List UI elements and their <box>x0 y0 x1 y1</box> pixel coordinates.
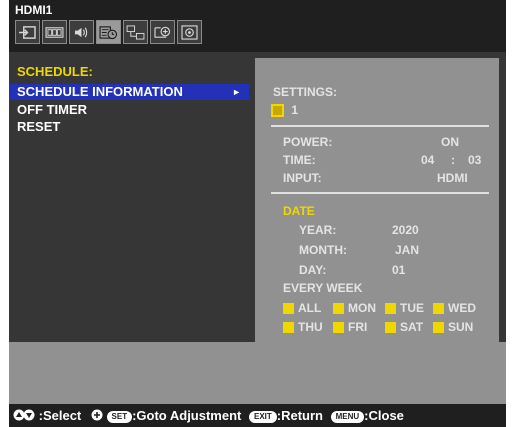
weekday-checkbox-sat[interactable]: SAT <box>385 320 423 334</box>
menu-item-label: SCHEDULE INFORMATION <box>17 84 183 99</box>
schedule-icon[interactable] <box>96 20 121 44</box>
audio-icon[interactable] <box>69 20 94 44</box>
menu-item-reset[interactable]: RESET <box>9 119 249 135</box>
checkbox-icon <box>333 303 344 315</box>
help-close-text: :Close <box>364 408 404 423</box>
osd-window: HDMI1 SCHEDULE: SCHEDULE INFORMATION ► O… <box>9 0 506 427</box>
power-value: ON <box>441 135 459 149</box>
protect-icon[interactable] <box>150 20 175 44</box>
time-hour: 04 <box>421 153 435 167</box>
menu-item-schedule-information[interactable]: SCHEDULE INFORMATION ► <box>9 84 249 100</box>
weekday-checkbox-tue[interactable]: TUE <box>385 301 424 315</box>
time-label: TIME: <box>283 153 316 167</box>
weekday-checkbox-fri[interactable]: FRI <box>333 320 367 334</box>
checkbox-icon <box>433 322 444 334</box>
power-label: POWER: <box>283 135 333 149</box>
every-week-label: EVERY WEEK <box>283 281 363 295</box>
settings-selector[interactable]: 1 <box>271 103 299 118</box>
weekday-checkbox-mon[interactable]: MON <box>333 301 376 315</box>
weekday-checkbox-thu[interactable]: THU <box>283 320 323 334</box>
checkbox-icon <box>333 322 344 334</box>
settings-checkbox-icon <box>271 104 284 118</box>
submenu-arrow-icon: ► <box>232 87 241 97</box>
settings-value: 1 <box>291 103 299 117</box>
title-bar: HDMI1 <box>9 0 506 52</box>
menu-title: SCHEDULE: <box>17 64 93 79</box>
weekday-checkbox-all[interactable]: ALL <box>283 301 321 315</box>
day-value: 01 <box>392 263 406 277</box>
network-icon[interactable] <box>123 20 148 44</box>
help-return-text: :Return <box>276 408 323 423</box>
month-value: JAN <box>395 243 420 257</box>
checkbox-icon <box>283 322 294 334</box>
month-label: MONTH: <box>299 243 347 257</box>
date-label: DATE <box>283 204 315 218</box>
divider <box>271 125 489 127</box>
time-separator: : <box>451 153 455 167</box>
info-area <box>9 342 506 404</box>
input-source-title: HDMI1 <box>15 3 53 17</box>
schedule-information-panel: SETTINGS: 1 POWER: ON TIME: 04 : 03 INPU… <box>255 58 499 342</box>
input-value: HDMI <box>437 171 468 185</box>
menu-key-icon: MENU <box>330 410 365 423</box>
input-label: INPUT: <box>283 171 322 185</box>
set-key-icon: SET <box>106 410 133 423</box>
help-bar: :Select SET:Goto Adjustment EXIT:Return … <box>9 404 506 427</box>
picture-icon[interactable] <box>42 20 67 44</box>
year-value: 2020 <box>392 223 419 237</box>
input-icon[interactable] <box>15 20 40 44</box>
settings-label: SETTINGS: <box>273 85 338 99</box>
plus-key-icon <box>91 408 107 423</box>
help-select-text: :Select <box>38 408 82 423</box>
schedule-menu-panel: SCHEDULE: SCHEDULE INFORMATION ► OFF TIM… <box>9 52 249 342</box>
system-icon[interactable] <box>177 20 202 44</box>
up-down-keys-icon <box>13 408 39 423</box>
weekday-checkbox-wed[interactable]: WED <box>433 301 476 315</box>
checkbox-icon <box>283 303 294 315</box>
menu-item-off-timer[interactable]: OFF TIMER <box>9 102 249 118</box>
day-label: DAY: <box>299 263 327 277</box>
year-label: YEAR: <box>299 223 337 237</box>
weekday-checkbox-sun[interactable]: SUN <box>433 320 473 334</box>
checkbox-icon <box>433 303 444 315</box>
checkbox-icon <box>385 322 396 334</box>
exit-key-icon: EXIT <box>248 410 277 423</box>
help-goto-text: :Goto Adjustment <box>132 408 242 423</box>
divider <box>271 192 489 194</box>
time-minute: 03 <box>468 153 482 167</box>
checkbox-icon <box>385 303 396 315</box>
menu-icon-bar <box>15 20 204 44</box>
